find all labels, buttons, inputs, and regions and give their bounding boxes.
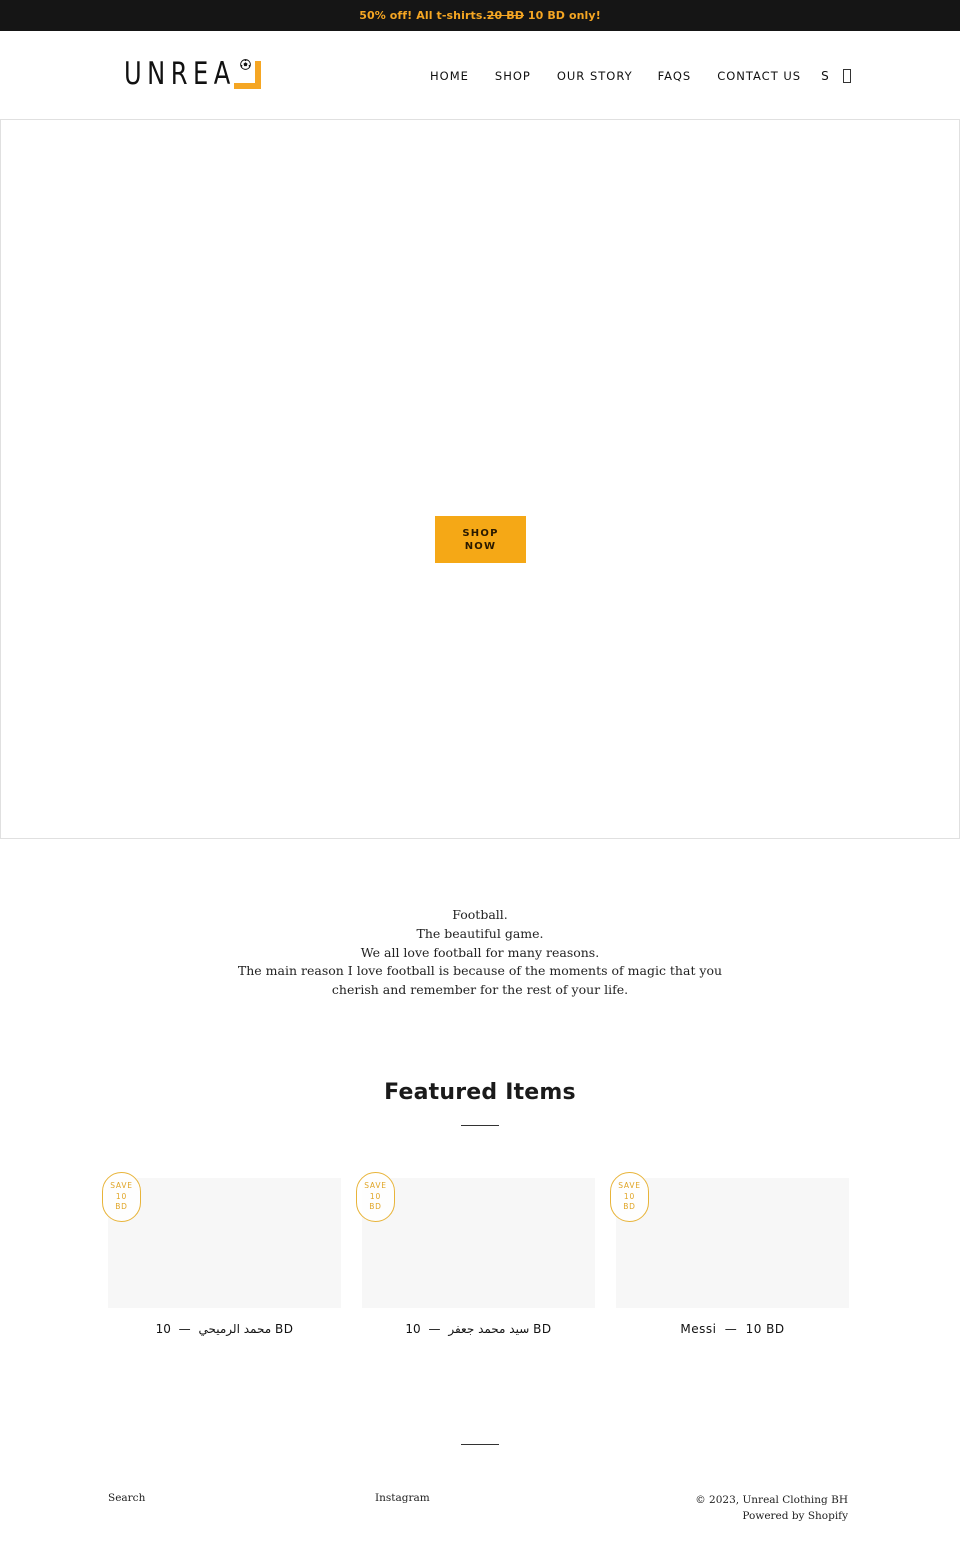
product-name: سيد محمد جعفر (448, 1322, 530, 1336)
product-image[interactable] (616, 1178, 849, 1308)
nav-shop[interactable]: SHOP (495, 69, 531, 83)
announcement-new-price: 10 BD only! (523, 9, 601, 22)
intro-line: The beautiful game. (416, 925, 544, 941)
footer-instagram-link[interactable]: Instagram (375, 1492, 430, 1504)
product-title[interactable]: محمد الرميحي — 10 BD (108, 1322, 341, 1336)
save-badge: SAVE 10 BD (356, 1172, 395, 1222)
powered-by-link[interactable]: Powered by Shopify (742, 1510, 848, 1522)
product-title[interactable]: Messi — 10 BD (616, 1322, 849, 1336)
cart-icon[interactable] (842, 69, 851, 83)
intro-line: cherish and remember for the rest of you… (331, 982, 629, 998)
nav-contact-us[interactable]: CONTACT US (717, 69, 801, 83)
logo[interactable]: UNREA (124, 57, 264, 91)
intro-line: We all love football for many reasons. (360, 944, 600, 960)
announcement-bar: 50% off! All t-shirts.20 BD 10 BD only! (0, 0, 960, 31)
intro-line: Football. (452, 907, 508, 922)
product-card[interactable]: SAVE 10 BD محمد الرميحي — 10 BD (102, 1172, 341, 1336)
announcement-old-price: 20 BD (486, 9, 524, 22)
copyright-text: © 2023, Unreal Clothing BH (695, 1494, 848, 1506)
product-image[interactable] (108, 1178, 341, 1308)
hero-banner: SHOP NOW (0, 119, 960, 839)
main-nav: HOME SHOP OUR STORY FAQS CONTACT US S (430, 69, 851, 83)
search-icon[interactable]: S (821, 69, 829, 83)
shop-now-label: SHOP NOW (462, 527, 499, 552)
football-icon (240, 59, 251, 70)
site-header: UNREA HOME SHOP OUR STORY FAQS CONTACT U… (0, 31, 960, 119)
footer-search-link[interactable]: Search (108, 1492, 145, 1504)
announcement-lead: 50% off! All t-shirts. (359, 9, 487, 22)
product-price: 10 BD (745, 1322, 785, 1336)
product-card[interactable]: SAVE 10 BD Messi — 10 BD (610, 1172, 849, 1336)
save-badge: SAVE 10 BD (610, 1172, 649, 1222)
nav-home[interactable]: HOME (430, 69, 469, 83)
save-badge: SAVE 10 BD (102, 1172, 141, 1222)
intro-text: Football. The beautiful game. We all lov… (0, 906, 960, 1000)
shop-now-button[interactable]: SHOP NOW (435, 516, 526, 563)
product-card[interactable]: SAVE 10 BD سيد محمد جعفر — 10 BD (356, 1172, 595, 1336)
announcement-text: 50% off! All t-shirts.20 BD 10 BD only! (359, 9, 601, 22)
intro-line: The main reason I love football is becau… (237, 963, 723, 979)
footer-copyright: © 2023, Unreal Clothing BH Powered by Sh… (695, 1492, 848, 1524)
logo-wordmark: UNREA (124, 56, 236, 92)
nav-faqs[interactable]: FAQS (658, 69, 692, 83)
product-title[interactable]: سيد محمد جعفر — 10 BD (362, 1322, 595, 1336)
product-grid: SAVE 10 BD محمد الرميحي — 10 BD SAVE 10 … (102, 1172, 849, 1336)
nav-our-story[interactable]: OUR STORY (557, 69, 633, 83)
section-divider (461, 1125, 499, 1126)
featured-title: Featured Items (384, 1080, 576, 1105)
product-name: محمد الرميحي (198, 1322, 272, 1336)
product-name: Messi (680, 1322, 717, 1336)
footer-divider (461, 1444, 499, 1445)
product-image[interactable] (362, 1178, 595, 1308)
